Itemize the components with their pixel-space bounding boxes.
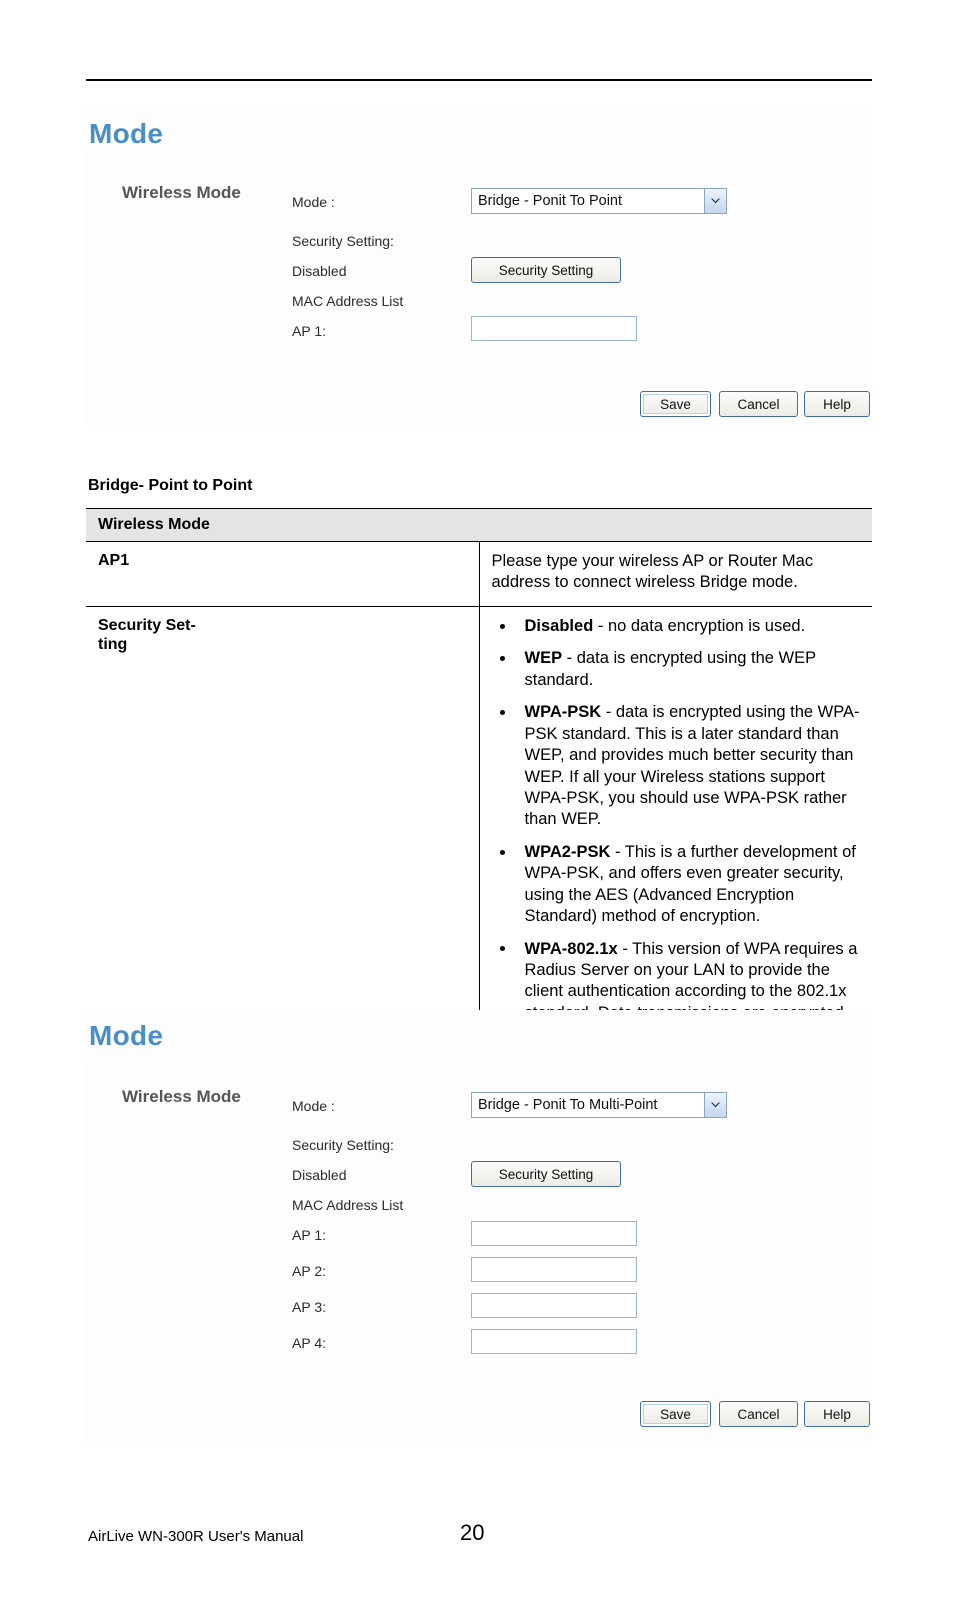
bullet-icon: [499, 849, 505, 855]
table-row-key-ap1: AP1: [86, 541, 480, 607]
option-text: - data is encrypted using the WPA-PSK st…: [524, 703, 860, 829]
table-row-key-security-setting-line1: Security Set-: [98, 616, 196, 634]
option-term: WPA-802.1x: [524, 939, 618, 958]
option-term: WEP: [524, 649, 563, 668]
panel-one-mode-label: Mode :: [292, 194, 335, 210]
option-text: - no data encryption is used.: [593, 616, 806, 635]
panel-one-mode-select[interactable]: Bridge - Ponit To Point: [471, 188, 727, 214]
option-term: Disabled: [524, 616, 594, 635]
panel-two-ap1-label: AP 1:: [292, 1227, 326, 1243]
panel-one-save-button[interactable]: Save: [640, 391, 711, 417]
list-item: WPA2-PSK - This is a further development…: [492, 842, 865, 928]
panel-two-cancel-button[interactable]: Cancel: [719, 1401, 798, 1427]
option-term: WPA-PSK: [524, 703, 602, 722]
table-header-row: Wireless Mode: [86, 508, 872, 542]
table-row: AP1 Please type your wireless AP or Rout…: [86, 541, 872, 607]
panel-two-title: Mode: [89, 1020, 164, 1051]
panel-one-mac-address-list-label: MAC Address List: [292, 293, 404, 309]
panel-two-security-status: Disabled: [292, 1167, 347, 1183]
option-term: WPA2-PSK: [524, 842, 611, 861]
chevron-down-icon: [704, 189, 726, 213]
panel-one-ap1-label: AP 1:: [292, 323, 326, 339]
panel-two-ap3-input[interactable]: [471, 1293, 637, 1318]
panel-one-ap1-input[interactable]: [471, 316, 637, 341]
section-heading: Bridge- Point to Point: [88, 477, 253, 494]
panel-two-security-setting-label: Security Setting:: [292, 1137, 394, 1153]
panel-two-ap2-input[interactable]: [471, 1257, 637, 1282]
panel-two-ap3-label: AP 3:: [292, 1299, 326, 1315]
footer-manual-title: AirLive WN-300R User's Manual: [88, 1528, 304, 1545]
panel-one-mode-select-value: Bridge - Ponit To Point: [478, 193, 623, 209]
panel-two-help-button[interactable]: Help: [804, 1401, 870, 1427]
wireless-mode-panel-point-to-multipoint: Mode Wireless Mode Mode : Bridge - Ponit…: [86, 1010, 872, 1445]
panel-one-help-button[interactable]: Help: [804, 391, 870, 417]
panel-one-section-label: Wireless Mode: [122, 183, 241, 202]
panel-one-security-setting-button[interactable]: Security Setting: [471, 257, 621, 283]
table-header-label: Wireless Mode: [86, 508, 872, 542]
bullet-icon: [499, 656, 505, 662]
panel-one-security-status: Disabled: [292, 263, 347, 279]
bullet-icon: [499, 946, 505, 952]
option-text: - data is encrypted using the WEP standa…: [524, 649, 816, 689]
wireless-mode-spec-table: Wireless Mode AP1 Please type your wirel…: [86, 508, 872, 1092]
wireless-mode-panel-point-to-point: Mode Wireless Mode Mode : Bridge - Ponit…: [86, 106, 872, 426]
panel-two-ap2-label: AP 2:: [292, 1263, 326, 1279]
bullet-icon: [499, 623, 505, 629]
panel-two-ap1-input[interactable]: [471, 1221, 637, 1246]
panel-two-mode-select-value: Bridge - Ponit To Multi-Point: [478, 1097, 658, 1113]
panel-two-mode-label: Mode :: [292, 1098, 335, 1114]
list-item: Disabled - no data encryption is used.: [492, 616, 865, 637]
chevron-down-icon: [704, 1093, 726, 1117]
panel-two-ap4-label: AP 4:: [292, 1335, 326, 1351]
table-row-value-ap1: Please type your wireless AP or Router M…: [479, 541, 872, 607]
page-top-rule: [86, 79, 872, 81]
panel-two-ap4-input[interactable]: [471, 1329, 637, 1354]
panel-one-cancel-button[interactable]: Cancel: [719, 391, 798, 417]
manual-page: Mode Wireless Mode Mode : Bridge - Ponit…: [0, 0, 954, 1612]
panel-two-mac-address-list-label: MAC Address List: [292, 1197, 404, 1213]
list-item: WEP - data is encrypted using the WEP st…: [492, 648, 865, 691]
panel-two-section-label: Wireless Mode: [122, 1087, 241, 1106]
footer-page-number: 20: [460, 1520, 485, 1545]
panel-two-mode-select[interactable]: Bridge - Ponit To Multi-Point: [471, 1092, 727, 1118]
bullet-icon: [499, 710, 505, 716]
panel-two-security-setting-button[interactable]: Security Setting: [471, 1161, 621, 1187]
security-options-list: Disabled - no data encryption is used. W…: [492, 616, 865, 1046]
list-item: WPA-PSK - data is encrypted using the WP…: [492, 702, 865, 831]
panel-two-save-button[interactable]: Save: [640, 1401, 711, 1427]
panel-one-title: Mode: [89, 118, 164, 149]
table-row-key-security-setting-line2: ting: [98, 636, 128, 654]
panel-one-security-setting-label: Security Setting:: [292, 233, 394, 249]
